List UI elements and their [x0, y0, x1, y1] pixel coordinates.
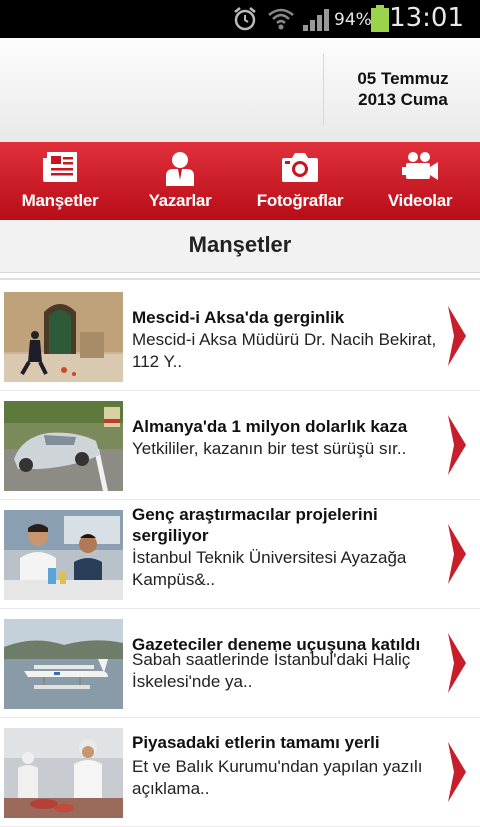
date-line-2: 2013 Cuma	[358, 90, 448, 109]
signal-icon	[303, 9, 329, 31]
wifi-icon	[268, 8, 294, 30]
news-headline: Piyasadaki etlerin tamamı yerli	[132, 733, 380, 752]
news-thumbnail	[4, 292, 123, 382]
news-headline: Genç araştırmacılar projelerini sergiliy…	[132, 505, 378, 545]
news-thumbnail	[4, 728, 123, 818]
news-item[interactable]: Mescid-i Aksa'da gerginlik Mescid-i Aksa…	[0, 282, 480, 391]
news-list: Mescid-i Aksa'da gerginlik Mescid-i Aksa…	[0, 282, 480, 827]
nav-item-yazarlar[interactable]: Yazarlar	[120, 142, 240, 220]
date-display: 05 Temmuz 2013 Cuma	[330, 68, 476, 110]
news-summary: Mescid-i Aksa Müdürü Dr. Nacih Bekirat, …	[132, 330, 437, 371]
clock: 13:01	[389, 3, 464, 33]
person-icon	[166, 152, 194, 186]
news-thumbnail	[4, 510, 123, 600]
mosque-scene-image	[4, 292, 123, 382]
meat-workers-image	[4, 728, 123, 818]
date-line-1: 05 Temmuz	[357, 69, 449, 88]
video-camera-icon	[402, 152, 438, 180]
chevron-right-icon	[448, 524, 466, 584]
newspaper-icon	[43, 152, 77, 182]
news-summary: İstanbul Teknik Üniversitesi Ayazağa Kam…	[132, 548, 407, 589]
news-item[interactable]: Almanya'da 1 milyon dolarlık kaza Yetkil…	[0, 391, 480, 500]
news-summary: Et ve Balık Kurumu'ndan yapılan yazılı a…	[132, 757, 423, 798]
alarm-icon	[234, 7, 256, 31]
news-thumbnail	[4, 619, 123, 709]
chevron-right-icon	[448, 415, 466, 475]
nav-label-fotograflar: Fotoğraflar	[256, 191, 344, 210]
nav-item-mansetler[interactable]: Manşetler	[0, 142, 120, 220]
title-divider	[0, 278, 480, 280]
battery-percent: 94%	[334, 10, 372, 30]
news-item[interactable]: Piyasadaki etlerin tamamı yerli Et ve Ba…	[0, 718, 480, 827]
nav-item-fotograflar[interactable]: Fotoğraflar	[240, 142, 360, 220]
nav-label-mansetler: Manşetler	[21, 191, 99, 210]
news-item[interactable]: Genç araştırmacılar projelerini sergiliy…	[0, 500, 480, 609]
students-exhibit-image	[4, 510, 123, 600]
app-header: 05 Temmuz 2013 Cuma	[0, 38, 480, 143]
chevron-right-icon	[448, 633, 466, 693]
main-navigation: Manşetler Yazarlar Fotoğraflar Videolar	[0, 142, 480, 220]
status-bar: 94% 13:01	[0, 0, 480, 38]
seaplane-image	[4, 619, 123, 709]
news-thumbnail	[4, 401, 123, 491]
nav-item-videolar[interactable]: Videolar	[360, 142, 480, 220]
news-summary: Yetkililer, kazanın bir test sürüşü sır.…	[132, 439, 407, 458]
news-headline: Almanya'da 1 milyon dolarlık kaza	[132, 417, 408, 436]
car-crash-image	[4, 401, 123, 491]
nav-label-videolar: Videolar	[387, 191, 453, 210]
page-title: Manşetler	[188, 232, 292, 257]
camera-icon	[282, 153, 318, 182]
news-headline: Mescid-i Aksa'da gerginlik	[132, 308, 345, 327]
battery-icon	[371, 5, 389, 32]
chevron-right-icon	[448, 742, 466, 802]
nav-label-yazarlar: Yazarlar	[148, 191, 212, 210]
news-summary: Sabah saatlerinde İstanbul'daki Haliç İs…	[132, 650, 411, 691]
section-title-bar: Manşetler	[0, 220, 480, 273]
chevron-right-icon	[448, 306, 466, 366]
header-divider	[323, 54, 324, 126]
news-item[interactable]: Gazeteciler deneme uçuşuna katıldı Sabah…	[0, 609, 480, 718]
